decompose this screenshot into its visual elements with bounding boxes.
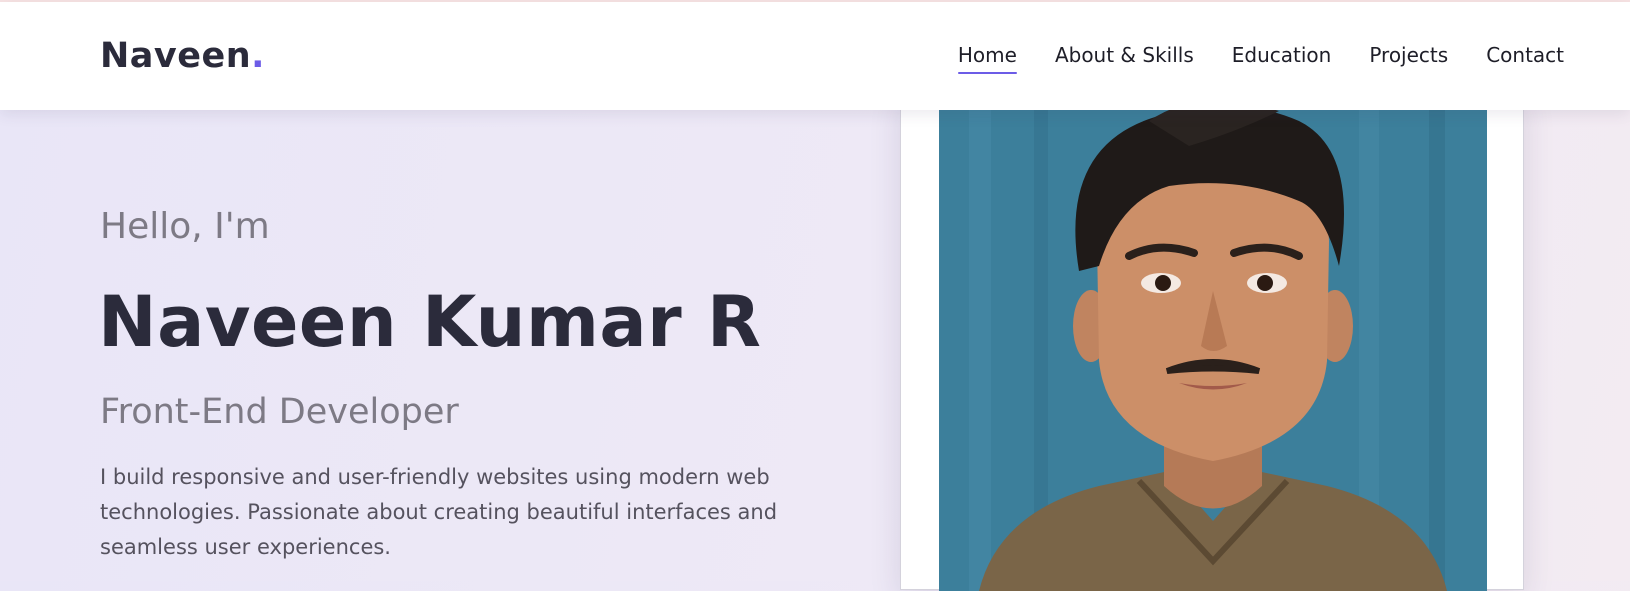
- nav-link-projects[interactable]: Projects: [1369, 42, 1448, 68]
- logo-text: Naveen: [100, 36, 252, 76]
- profile-portrait-icon: [939, 91, 1487, 591]
- profile-photo-card: [900, 90, 1524, 591]
- site-logo[interactable]: Naveen.: [100, 36, 265, 76]
- nav-link-contact[interactable]: Contact: [1486, 42, 1564, 68]
- navbar: Naveen. Home About & Skills Education Pr…: [0, 2, 1630, 110]
- profile-photo: [939, 91, 1487, 591]
- nav-link-education[interactable]: Education: [1232, 42, 1332, 68]
- logo-dot: .: [251, 36, 265, 76]
- hero-greeting: Hello, I'm: [100, 206, 270, 247]
- nav-link-home[interactable]: Home: [957, 42, 1018, 74]
- main-nav: Home About & Skills Education Projects C…: [957, 42, 1564, 74]
- hero-role: Front-End Developer: [100, 392, 459, 432]
- hero-bio: I build responsive and user-friendly web…: [100, 465, 778, 559]
- hero-name: Naveen Kumar R: [98, 281, 762, 363]
- nav-link-about-skills[interactable]: About & Skills: [1055, 42, 1194, 68]
